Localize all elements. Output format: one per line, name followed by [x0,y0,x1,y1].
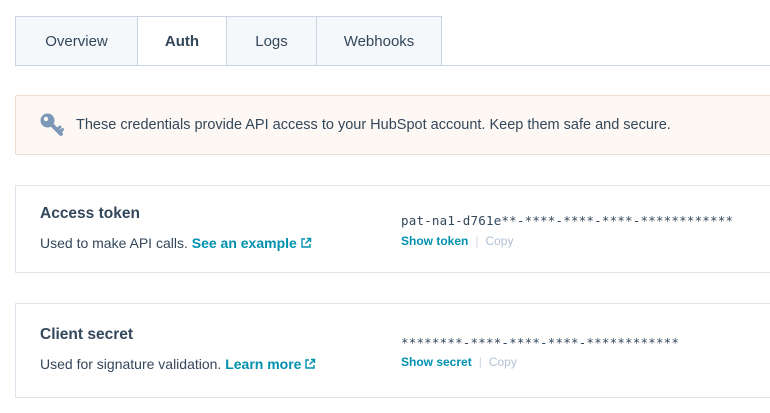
tab-logs[interactable]: Logs [226,16,316,66]
client-secret-description-text: Used for signature validation. [40,356,222,372]
app-auth-page: Overview Auth Logs Webhooks These creden… [0,0,770,413]
access-token-actions: Show token | Copy [401,234,513,248]
tab-webhooks[interactable]: Webhooks [316,16,442,66]
access-token-card: Access token Used to make API calls. See… [15,185,770,273]
see-example-link[interactable]: See an example [192,235,312,251]
copy-token-button[interactable]: Copy [485,234,513,248]
show-token-button[interactable]: Show token [401,234,468,248]
tab-divider [15,65,770,66]
learn-more-label: Learn more [225,356,302,372]
tab-bar: Overview Auth Logs Webhooks [15,16,442,66]
credentials-alert: These credentials provide API access to … [15,95,770,155]
access-token-title: Access token [40,205,140,222]
access-token-value: pat-na1-d761e**-****-****-****-*********… [401,213,734,228]
tab-auth[interactable]: Auth [137,16,226,66]
learn-more-link[interactable]: Learn more [225,356,316,372]
client-secret-description: Used for signature validation. Learn mor… [40,356,316,373]
external-link-icon [304,357,316,373]
key-icon [38,111,66,139]
show-secret-button[interactable]: Show secret [401,355,472,369]
copy-secret-button[interactable]: Copy [489,355,517,369]
client-secret-value: ********-****-****-****-************ [401,335,680,350]
action-separator: | [475,234,479,248]
tab-overview[interactable]: Overview [15,16,137,66]
client-secret-actions: Show secret | Copy [401,355,517,369]
external-link-icon [300,236,312,252]
client-secret-card: Client secret Used for signature validat… [15,303,770,398]
see-example-label: See an example [191,235,297,251]
access-token-description: Used to make API calls. See an example [40,235,312,252]
access-token-description-text: Used to make API calls. [40,235,188,251]
client-secret-title: Client secret [40,326,134,343]
action-separator: | [478,355,482,369]
alert-message: These credentials provide API access to … [76,117,671,133]
